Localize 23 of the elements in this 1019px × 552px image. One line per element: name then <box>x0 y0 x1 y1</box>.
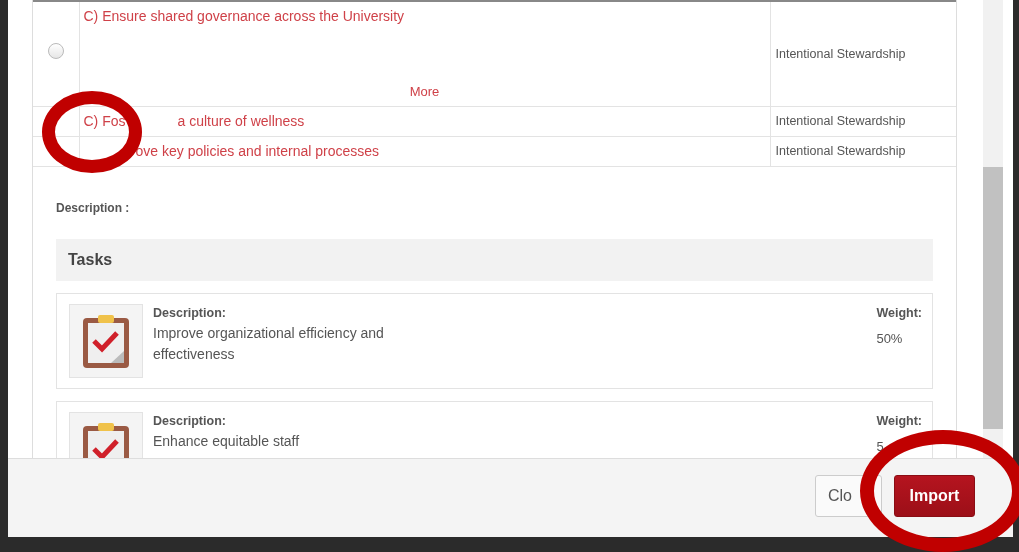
clipboard-check-icon <box>81 313 131 369</box>
category-text: Intentional Stewardship <box>775 46 906 61</box>
description-label: Description: <box>153 413 227 430</box>
tasks-header: Tasks <box>56 239 933 281</box>
description-label: Description : <box>56 200 131 217</box>
weight-label: Weight: <box>876 413 922 430</box>
goal-link[interactable]: a culture of wellness <box>177 113 305 129</box>
goal-link[interactable]: ove key policies and internal processes <box>135 143 380 159</box>
scrollbar[interactable] <box>983 0 1003 458</box>
task-description: Enhance equitable staff <box>153 431 301 451</box>
scrollbar-thumb[interactable] <box>983 167 1003 429</box>
import-button[interactable]: Import <box>894 474 975 517</box>
goal-link[interactable]: C) Fos <box>83 113 126 129</box>
task-description: Improve organizational efficiency and effectiveness <box>153 323 385 364</box>
weight-label: Weight: <box>876 305 922 322</box>
description-label: Description: <box>153 305 227 322</box>
weight-value: 5 <box>876 437 885 456</box>
category-text: Intentional Stewardship <box>775 144 906 159</box>
category-text: Intentional Stewardship <box>775 114 906 129</box>
radio-button[interactable] <box>47 43 64 60</box>
more-link[interactable]: More <box>409 84 440 99</box>
goal-link[interactable]: C) Ensure shared governance across the University <box>83 8 405 24</box>
weight-value: 50% <box>876 329 904 348</box>
